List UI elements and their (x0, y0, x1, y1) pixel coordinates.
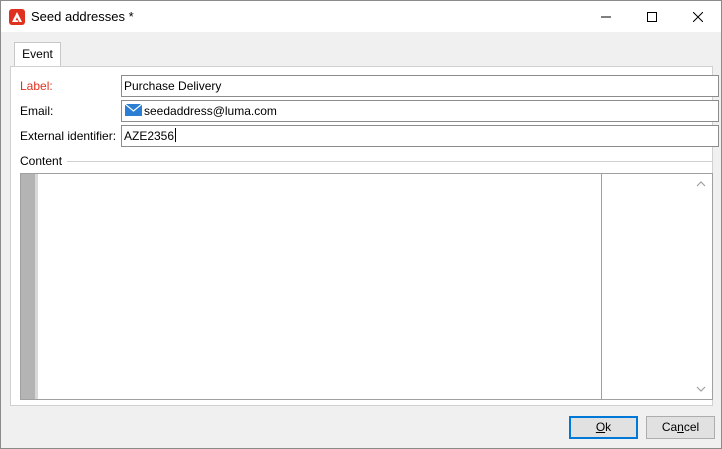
content-section-legend: Content (20, 154, 63, 168)
maximize-button[interactable] (629, 1, 675, 32)
seed-addresses-dialog: Seed addresses * Event Label: Purchase D… (0, 0, 722, 449)
label-input[interactable]: Purchase Delivery (121, 75, 719, 97)
minimize-icon (601, 16, 611, 17)
ok-button[interactable]: Ok (569, 416, 638, 439)
editor-gutter (21, 174, 35, 399)
close-icon (693, 11, 703, 22)
cancel-button[interactable]: Cancel (646, 416, 715, 439)
cancel-button-label-rest: cel (683, 420, 700, 434)
scroll-down-icon[interactable] (694, 382, 708, 396)
external-identifier-label: External identifier: (20, 129, 117, 143)
label-field-label: Label: (20, 79, 53, 93)
external-identifier-value: AZE2356 (124, 129, 175, 143)
tab-event[interactable]: Event (14, 42, 61, 68)
email-icon (125, 104, 142, 116)
close-button[interactable] (675, 1, 721, 32)
maximize-icon (647, 11, 657, 22)
text-caret (175, 128, 177, 142)
event-panel: Label: Purchase Delivery Email: seedaddr… (10, 66, 719, 406)
scroll-up-icon[interactable] (694, 177, 708, 191)
title-bar[interactable]: Seed addresses * (1, 1, 721, 32)
content-edit-area[interactable] (38, 174, 601, 399)
cancel-button-label-prefix: Ca (661, 420, 678, 434)
email-input[interactable]: seedaddress@luma.com (121, 100, 719, 122)
window-title: Seed addresses * (31, 9, 134, 24)
cancel-button-accelerator: n (677, 420, 684, 434)
email-input-value: seedaddress@luma.com (144, 104, 277, 118)
label-input-value: Purchase Delivery (124, 79, 222, 93)
adobe-campaign-icon (9, 9, 25, 25)
editor-side-pane (602, 174, 712, 399)
content-section-divider (67, 161, 713, 162)
ok-button-label-rest: k (605, 420, 612, 434)
email-field-label: Email: (20, 104, 54, 118)
ok-button-accelerator: O (595, 420, 606, 434)
content-editor (20, 173, 713, 400)
tab-strip: Event (11, 40, 711, 68)
external-identifier-input[interactable]: AZE2356 (121, 125, 719, 147)
minimize-button[interactable] (583, 1, 629, 32)
